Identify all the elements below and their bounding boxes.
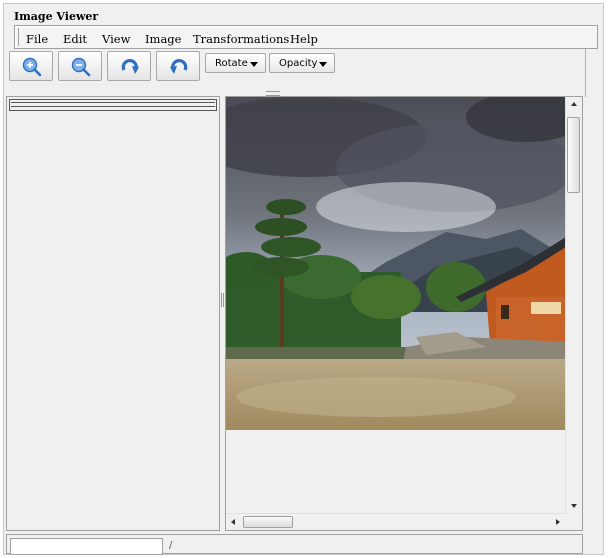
rotate-counterclockwise-icon xyxy=(170,59,188,74)
zoom-out-button[interactable] xyxy=(58,51,102,81)
status-bar: / xyxy=(6,534,583,555)
rotate-counterclockwise-button[interactable] xyxy=(156,51,200,81)
vertical-splitter-grip[interactable] xyxy=(221,293,224,307)
scroll-up-arrow-icon[interactable] xyxy=(571,102,577,106)
menu-help[interactable]: Help xyxy=(290,32,318,46)
thumbnail-panel-header xyxy=(9,99,217,111)
rotate-clockwise-button[interactable] xyxy=(107,51,151,81)
status-separator: / xyxy=(169,540,173,551)
menu-bar: File Edit View Image Transformations Hel… xyxy=(14,25,598,49)
vertical-scrollbar[interactable] xyxy=(565,97,582,514)
rotate-dropdown-label: Rotate xyxy=(215,58,248,69)
toolbar: Rotate Opacity xyxy=(7,49,586,97)
image-view-pane xyxy=(225,96,583,531)
thumbnail-panel xyxy=(6,96,220,531)
menu-file[interactable]: File xyxy=(26,32,48,46)
rotate-dropdown[interactable]: Rotate xyxy=(205,53,266,73)
scroll-down-arrow-icon[interactable] xyxy=(571,504,577,508)
chevron-down-icon xyxy=(250,62,258,67)
zoom-in-button[interactable] xyxy=(9,51,53,81)
opacity-dropdown[interactable]: Opacity xyxy=(269,53,335,73)
zoom-out-icon xyxy=(71,57,91,77)
chevron-down-icon xyxy=(319,62,327,67)
opacity-dropdown-label: Opacity xyxy=(279,58,318,69)
status-field xyxy=(10,538,163,555)
menu-transformations[interactable]: Transformations xyxy=(193,32,289,46)
menu-edit[interactable]: Edit xyxy=(63,32,87,46)
scroll-left-arrow-icon[interactable] xyxy=(231,519,235,525)
menu-bar-inner: File Edit View Image Transformations Hel… xyxy=(18,28,594,46)
rotate-clockwise-icon xyxy=(121,59,139,74)
menu-view[interactable]: View xyxy=(102,32,130,46)
landscape-photo xyxy=(226,97,566,430)
window-title: Image Viewer xyxy=(14,10,99,23)
scroll-right-arrow-icon[interactable] xyxy=(556,519,560,525)
horizontal-scroll-thumb[interactable] xyxy=(243,516,293,528)
zoom-in-icon xyxy=(22,57,42,77)
horizontal-scrollbar[interactable] xyxy=(226,513,566,530)
menu-image[interactable]: Image xyxy=(145,32,181,46)
vertical-scroll-thumb[interactable] xyxy=(567,117,580,193)
